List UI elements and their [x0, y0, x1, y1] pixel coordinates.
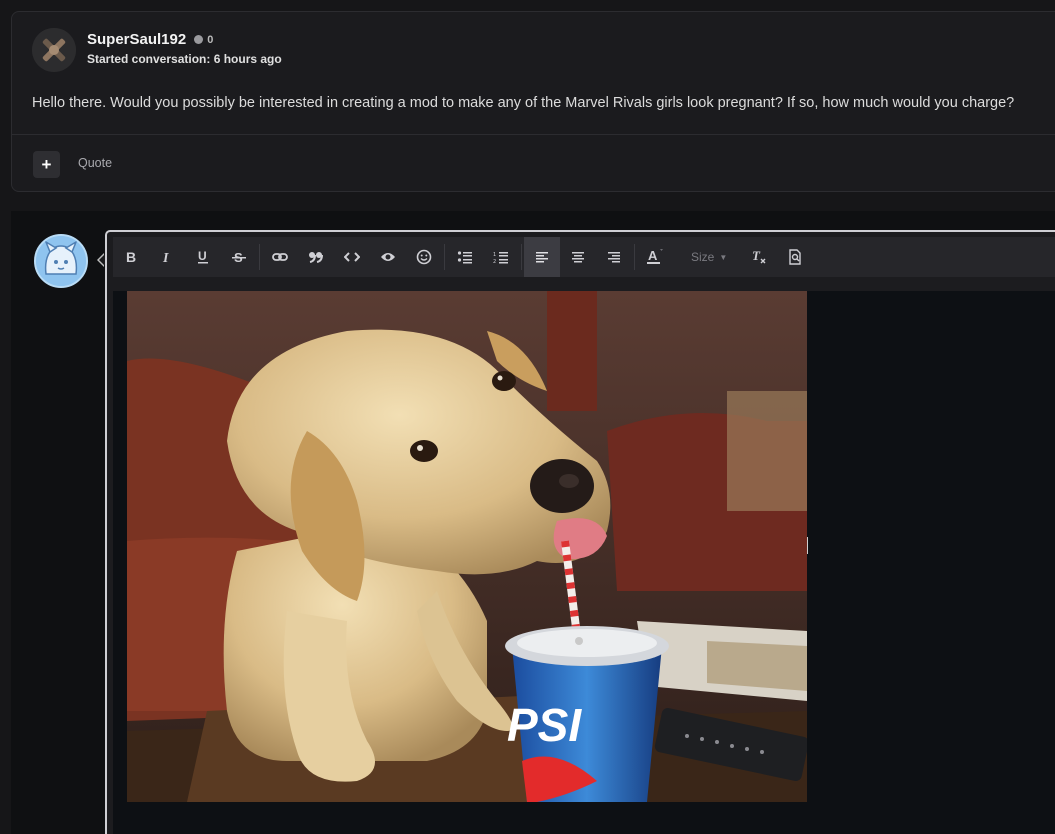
svg-text:I: I	[162, 251, 169, 264]
clear-format-icon: T	[752, 249, 766, 264]
numbered-list-icon: 12	[493, 252, 508, 264]
font-size-label: Size	[691, 250, 715, 264]
link-button[interactable]	[262, 237, 298, 277]
editor-caret	[97, 253, 105, 267]
emoji-button[interactable]	[406, 237, 442, 277]
message-body: Hello there. Would you possibly be inter…	[32, 95, 1015, 111]
italic-button[interactable]: I	[149, 237, 185, 277]
bold-button[interactable]: B	[113, 237, 149, 277]
preview-icon	[789, 249, 801, 265]
avatar[interactable]	[32, 28, 76, 72]
toolbar-separator	[444, 244, 445, 270]
clear-format-button[interactable]: T	[741, 237, 777, 277]
conversation-message: SuperSaul192 0 Started conversation: 6 h…	[11, 11, 1055, 192]
quote-icon	[309, 252, 323, 263]
font-size-dropdown[interactable]: Size ▼	[673, 237, 741, 277]
svg-text:T: T	[752, 249, 761, 263]
link-icon	[272, 253, 288, 261]
reply-section: B I U S	[11, 211, 1055, 834]
svg-text:2: 2	[493, 259, 496, 264]
align-center-icon	[572, 252, 584, 263]
underline-button[interactable]: U	[185, 237, 221, 277]
italic-icon: I	[162, 251, 169, 264]
align-right-button[interactable]	[596, 237, 632, 277]
underline-icon: U	[198, 249, 208, 264]
rich-text-editor[interactable]: B I U S	[105, 230, 1055, 834]
divider	[12, 134, 1055, 135]
svg-text:A: A	[648, 248, 658, 263]
toolbar-separator	[634, 244, 635, 270]
quote-button[interactable]: Quote	[78, 156, 112, 170]
toolbar-separator	[521, 244, 522, 270]
bold-icon: B	[126, 250, 136, 264]
svg-text:1: 1	[493, 252, 496, 258]
strikethrough-button[interactable]: S	[221, 237, 257, 277]
text-cursor	[807, 537, 808, 554]
bullet-list-button[interactable]	[447, 237, 483, 277]
align-right-icon	[608, 252, 620, 263]
code-icon	[344, 252, 360, 262]
add-reaction-button[interactable]: +	[33, 151, 60, 178]
editor-toolbar: B I U S	[113, 237, 1055, 277]
reputation-count: 0	[207, 33, 214, 46]
align-center-button[interactable]	[560, 237, 596, 277]
text-color-icon: A	[647, 248, 663, 264]
code-button[interactable]	[334, 237, 370, 277]
strikethrough-icon: S	[232, 250, 246, 264]
toolbar-separator	[259, 244, 260, 270]
numbered-list-button[interactable]: 12	[483, 237, 519, 277]
text-color-button[interactable]: A	[637, 237, 673, 277]
quote-button[interactable]	[298, 237, 334, 277]
embedded-image[interactable]: PSI	[127, 291, 807, 802]
smile-icon	[416, 249, 432, 265]
align-left-icon	[536, 252, 548, 263]
message-timestamp: Started conversation: 6 hours ago	[87, 52, 282, 66]
preview-button[interactable]	[777, 237, 813, 277]
username-link[interactable]: SuperSaul192	[87, 31, 186, 48]
editor-content-area[interactable]: PSI	[113, 291, 1055, 834]
avatar[interactable]	[34, 234, 88, 288]
bullet-list-icon	[457, 251, 472, 264]
message-author: SuperSaul192 0	[87, 31, 213, 48]
eye-icon	[381, 253, 395, 261]
status-dot-icon	[194, 35, 204, 44]
svg-text:PSI: PSI	[507, 699, 582, 751]
spoiler-button[interactable]	[370, 237, 406, 277]
avatar-character-icon	[36, 236, 86, 286]
avatar-logo-icon	[32, 28, 76, 72]
svg-text:U: U	[198, 249, 207, 263]
dog-drinking-soda-image: PSI	[127, 291, 807, 802]
align-left-button[interactable]	[524, 237, 560, 277]
svg-text:B: B	[126, 250, 136, 264]
chevron-down-icon: ▼	[719, 252, 728, 262]
